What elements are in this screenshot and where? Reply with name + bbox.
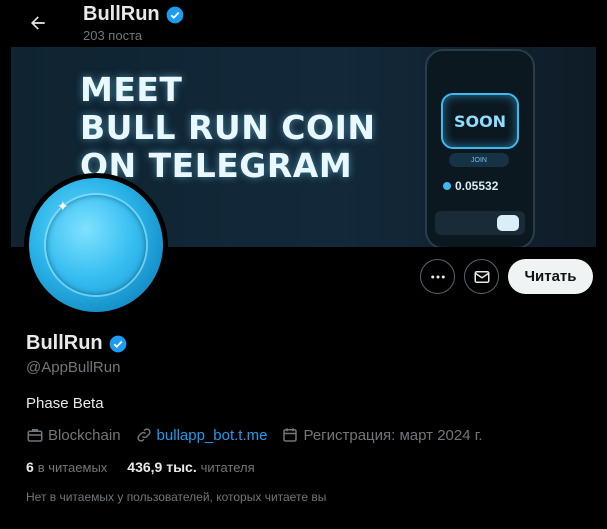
verified-badge-icon[interactable] <box>108 334 128 354</box>
profile-name: BullRun <box>26 332 128 355</box>
banner-line-2: BULL RUN COIN <box>80 108 376 147</box>
profile-bio: Phase Beta <box>26 395 104 412</box>
header-name: BullRun <box>83 3 160 25</box>
coin-dot-icon <box>443 182 451 190</box>
followers-value: 436,9 тыс. <box>127 459 197 475</box>
briefcase-icon <box>27 429 43 442</box>
post-count: 203 поста <box>83 28 143 43</box>
verified-badge-icon <box>166 6 183 23</box>
banner-line-1: MEET <box>80 70 183 109</box>
following-label: в читаемых <box>37 460 108 475</box>
phone-join-label: JOIN <box>449 153 509 167</box>
joined-item: Регистрация: март 2024 г. <box>281 426 483 444</box>
profile-handle: @AppBullRun <box>26 359 121 376</box>
category-item: Blockchain <box>26 426 121 444</box>
profile-link[interactable]: bullapp_bot.t.me <box>157 427 268 444</box>
coin-avatar-icon: ✦ <box>29 178 163 312</box>
calendar-icon <box>283 428 298 442</box>
more-button[interactable] <box>420 259 455 294</box>
link-icon <box>136 428 151 442</box>
back-button[interactable] <box>23 8 53 38</box>
mail-icon <box>474 270 489 283</box>
profile-header: BullRun 203 поста <box>0 0 607 47</box>
message-button[interactable] <box>464 259 499 294</box>
link-item: bullapp_bot.t.me <box>135 426 268 444</box>
followers-you-know-note: Нет в читаемых у пользователей, которых … <box>26 490 327 504</box>
sparkle-icon: ✦ <box>57 198 69 214</box>
category-label: Blockchain <box>48 426 121 444</box>
phone-balance: 0.05532 <box>455 179 499 193</box>
phone-go-button <box>497 215 519 231</box>
follow-counts: 6 в читаемых 436,9 тыс. читателя <box>26 459 275 475</box>
following-count[interactable]: 6 в читаемых <box>26 459 107 475</box>
joined-label: Регистрация: март 2024 г. <box>303 426 483 444</box>
profile-meta: Blockchain bullapp_bot.t.me Регистрация:… <box>26 426 497 444</box>
follow-button[interactable]: Читать <box>508 259 593 294</box>
profile-name-text: BullRun <box>26 332 103 354</box>
avatar[interactable]: ✦ <box>24 173 168 317</box>
back-arrow-icon <box>31 16 45 30</box>
followers-label: читателя <box>200 460 255 475</box>
following-value: 6 <box>26 459 34 475</box>
more-icon <box>430 275 445 278</box>
phone-soon-label: SOON <box>441 93 519 149</box>
header-title: BullRun <box>83 3 185 26</box>
followers-count[interactable]: 436,9 тыс. читателя <box>127 459 254 475</box>
phone-mockup: SOON JOIN 0.05532 <box>425 49 535 247</box>
banner-headline: MEET BULL RUN COIN ON TELEGRAM <box>80 71 375 185</box>
